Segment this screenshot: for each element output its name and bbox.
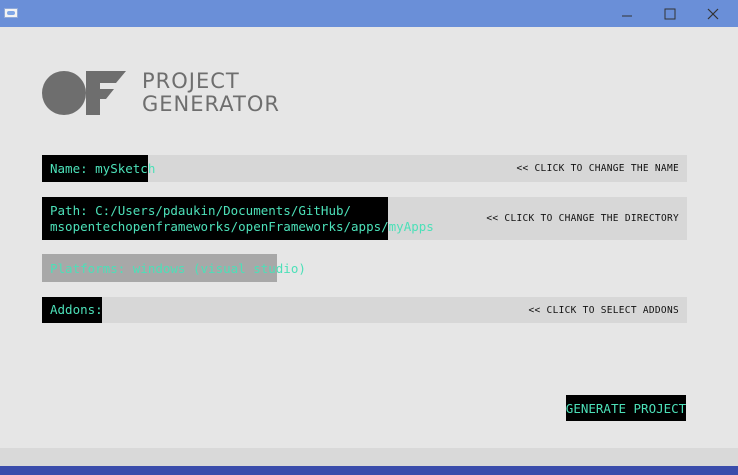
close-button[interactable] — [690, 0, 736, 27]
addons-row[interactable]: Addons: << CLICK TO SELECT ADDONS — [42, 297, 687, 323]
path-field-line1: Path: C:/Users/pdaukin/Documents/GitHub/ — [50, 202, 352, 218]
app-title-line1: PROJECT — [142, 69, 240, 93]
app-window: PROJECT GENERATOR Name: mySketch << CLIC… — [0, 0, 738, 475]
path-field[interactable]: Path: C:/Users/pdaukin/Documents/GitHub/… — [42, 197, 434, 240]
title-bar[interactable] — [0, 0, 738, 27]
app-icon[interactable] — [4, 8, 18, 18]
minimize-icon — [622, 15, 632, 16]
addons-hint: << CLICK TO SELECT ADDONS — [528, 304, 679, 316]
of-logo — [42, 71, 126, 115]
path-row[interactable]: Path: C:/Users/pdaukin/Documents/GitHub/… — [42, 197, 687, 240]
generate-project-button[interactable]: GENERATE PROJECT — [566, 395, 686, 421]
app-title-line2: GENERATOR — [142, 92, 280, 116]
minimize-button[interactable] — [604, 0, 650, 27]
name-hint: << CLICK TO CHANGE THE NAME — [516, 163, 679, 174]
name-field[interactable]: Name: mySketch — [42, 155, 156, 182]
maximize-button[interactable] — [647, 0, 693, 27]
maximize-icon — [664, 8, 676, 19]
generate-project-label: GENERATE PROJECT — [565, 400, 687, 416]
path-field-line2: msopentechopenframeworks/openFrameworks/… — [50, 218, 434, 234]
name-field-text: Name: mySketch — [50, 160, 156, 176]
name-row[interactable]: Name: mySketch << CLICK TO CHANGE THE NA… — [42, 155, 687, 182]
platforms-selector[interactable]: Platforms: windows (visual studio) — [42, 254, 306, 282]
close-icon — [707, 8, 719, 19]
platforms-text: Platforms: windows (visual studio) — [50, 260, 306, 276]
addons-field[interactable]: Addons: — [42, 297, 103, 323]
bottom-strip — [0, 448, 738, 466]
window-bottom-border — [0, 466, 738, 475]
addons-field-text: Addons: — [50, 302, 103, 317]
path-hint: << CLICK TO CHANGE THE DIRECTORY — [486, 213, 679, 224]
app-title: PROJECT GENERATOR — [142, 70, 280, 116]
